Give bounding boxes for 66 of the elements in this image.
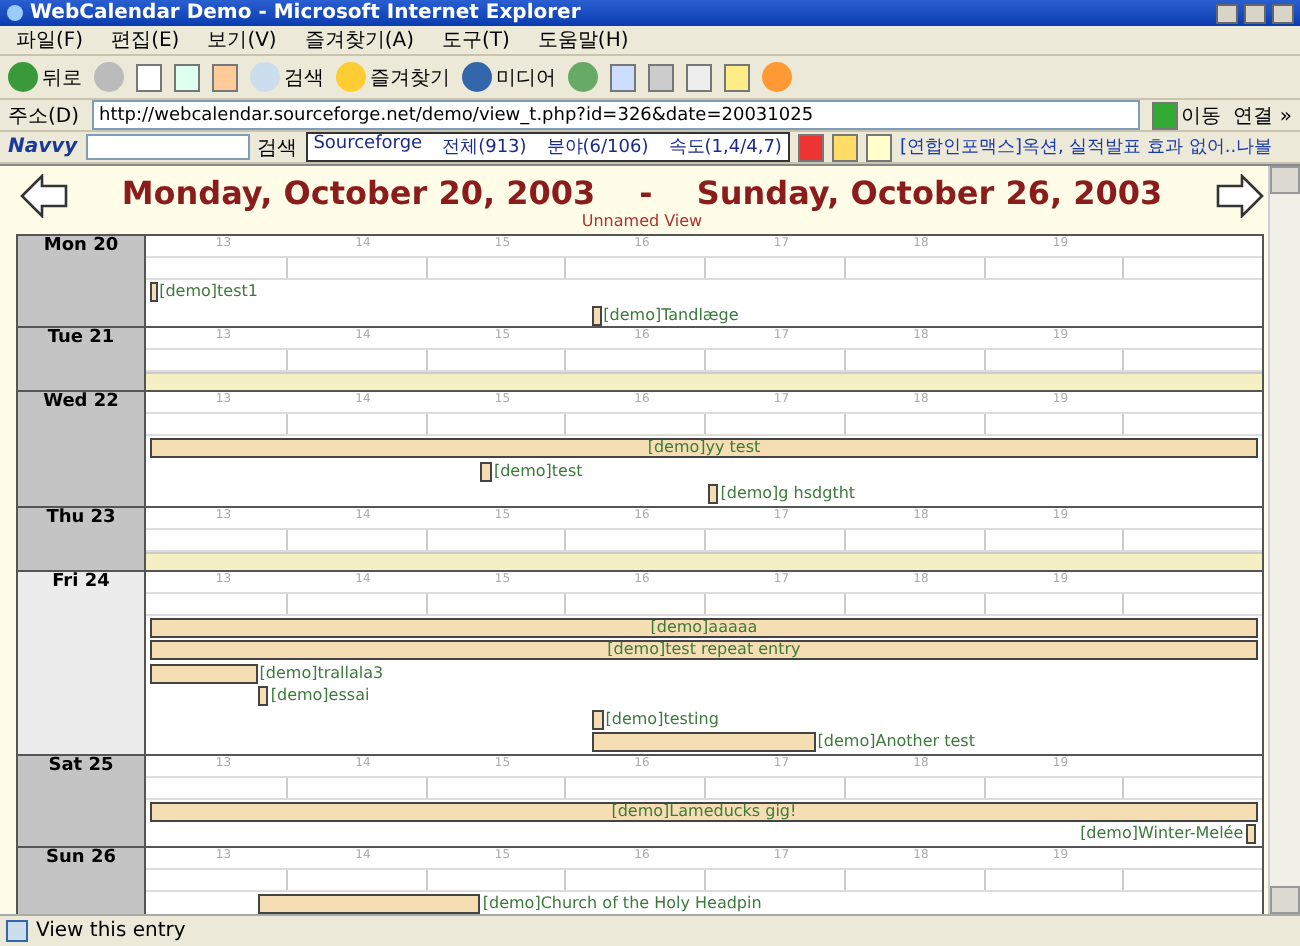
week-end-title: Sunday, October 26, 2003 (696, 174, 1163, 212)
event-bar[interactable] (150, 663, 258, 683)
next-arrow-icon[interactable] (1215, 174, 1264, 218)
scrollbar[interactable] (1268, 166, 1300, 914)
media-button[interactable]: 미디어 (462, 62, 556, 92)
menu-item[interactable]: 도움말(H) (529, 26, 637, 54)
day-label: Sat 25 (18, 755, 146, 845)
menu-item[interactable]: 편집(E) (103, 26, 188, 54)
menu-item[interactable]: 도구(T) (434, 26, 518, 54)
event-title[interactable]: [demo]test repeat entry (150, 640, 1258, 660)
day-label: Thu 23 (18, 507, 146, 569)
info-text: Sourceforge (313, 134, 423, 158)
event-title[interactable]: [demo]essai (268, 686, 370, 706)
date-separator: - (639, 174, 653, 212)
event-title[interactable]: [demo]test (491, 461, 583, 481)
toolbar-name[interactable]: Navvy (8, 136, 78, 158)
week-start-title: Monday, October 20, 2003 (121, 174, 596, 212)
go-button[interactable]: 이동 (1151, 101, 1222, 129)
event-title[interactable]: [demo]Church of the Holy Headpin (480, 893, 762, 913)
close-button[interactable] (1272, 3, 1294, 23)
event-bar[interactable] (708, 484, 719, 504)
event-title[interactable]: [demo]testing (603, 709, 719, 729)
event-bar[interactable] (1245, 824, 1256, 844)
day-label: Fri 24 (18, 571, 146, 753)
event-title[interactable]: [demo]trallala3 (257, 663, 384, 683)
day-label: Sun 26 (18, 847, 146, 914)
event-title[interactable]: [demo]aaaaa (150, 617, 1258, 637)
event-title[interactable]: [demo]g hsdgtht (718, 484, 856, 504)
event-title[interactable]: [demo]test1 (157, 282, 258, 302)
event-title[interactable]: [demo]Winter-Melée (1080, 824, 1246, 844)
view-name: Unnamed View (581, 212, 703, 230)
menu-item[interactable]: 즐겨찾기(A) (296, 26, 422, 54)
address-label: 주소(D) (8, 103, 80, 129)
event-bar[interactable] (257, 686, 269, 706)
event-title[interactable]: [demo]Another test (815, 732, 975, 752)
info-text: 분야(6/106) (546, 136, 649, 160)
event-bar[interactable] (480, 461, 492, 481)
previous-arrow-icon[interactable] (20, 174, 68, 218)
window-title: WebCalendar Demo - Microsoft Internet Explorer (30, 2, 583, 24)
event-bar[interactable] (257, 893, 481, 913)
back-button[interactable]: 뒤로 (8, 62, 82, 92)
address-field[interactable]: http://webcalendar.sourceforge.net/demo/view_t.php?id=326&date=20031025 (91, 100, 1140, 130)
menu-item[interactable]: 보기(V) (199, 26, 285, 54)
event-bar[interactable] (592, 709, 604, 729)
toolbar-search-field[interactable] (85, 134, 250, 160)
event-bar[interactable] (150, 282, 158, 302)
maximize-button[interactable] (1244, 3, 1266, 23)
search-button[interactable]: 검색 (250, 62, 324, 92)
event-bar[interactable] (592, 732, 816, 752)
day-label: Mon 20 (18, 236, 146, 326)
favorites-button[interactable]: 즐겨찾기 (336, 62, 450, 92)
news-link[interactable]: [연합인포맥스]옥션, 실적발표 효과 없어..나볼 (899, 134, 1273, 160)
event-bar[interactable] (592, 305, 602, 325)
links-button[interactable]: 연결 » (1233, 101, 1292, 129)
page-icon (6, 920, 28, 942)
event-title[interactable]: [demo]Lameducks gig! (150, 801, 1258, 821)
event-title[interactable]: [demo]yy test (150, 438, 1258, 458)
info-text: 속도(1,4/4,7) (668, 136, 782, 160)
day-label: Tue 21 (18, 328, 146, 390)
toolbar-search-button[interactable]: 검색 (257, 133, 298, 161)
status-text: View this entry (36, 920, 186, 942)
info-text: 전체(913) (442, 136, 527, 160)
minimize-button[interactable] (1216, 3, 1238, 23)
menu-item[interactable]: 파일(F) (8, 26, 92, 54)
day-label: Wed 22 (18, 392, 146, 505)
event-title[interactable]: [demo]Tandlæge (601, 305, 739, 325)
